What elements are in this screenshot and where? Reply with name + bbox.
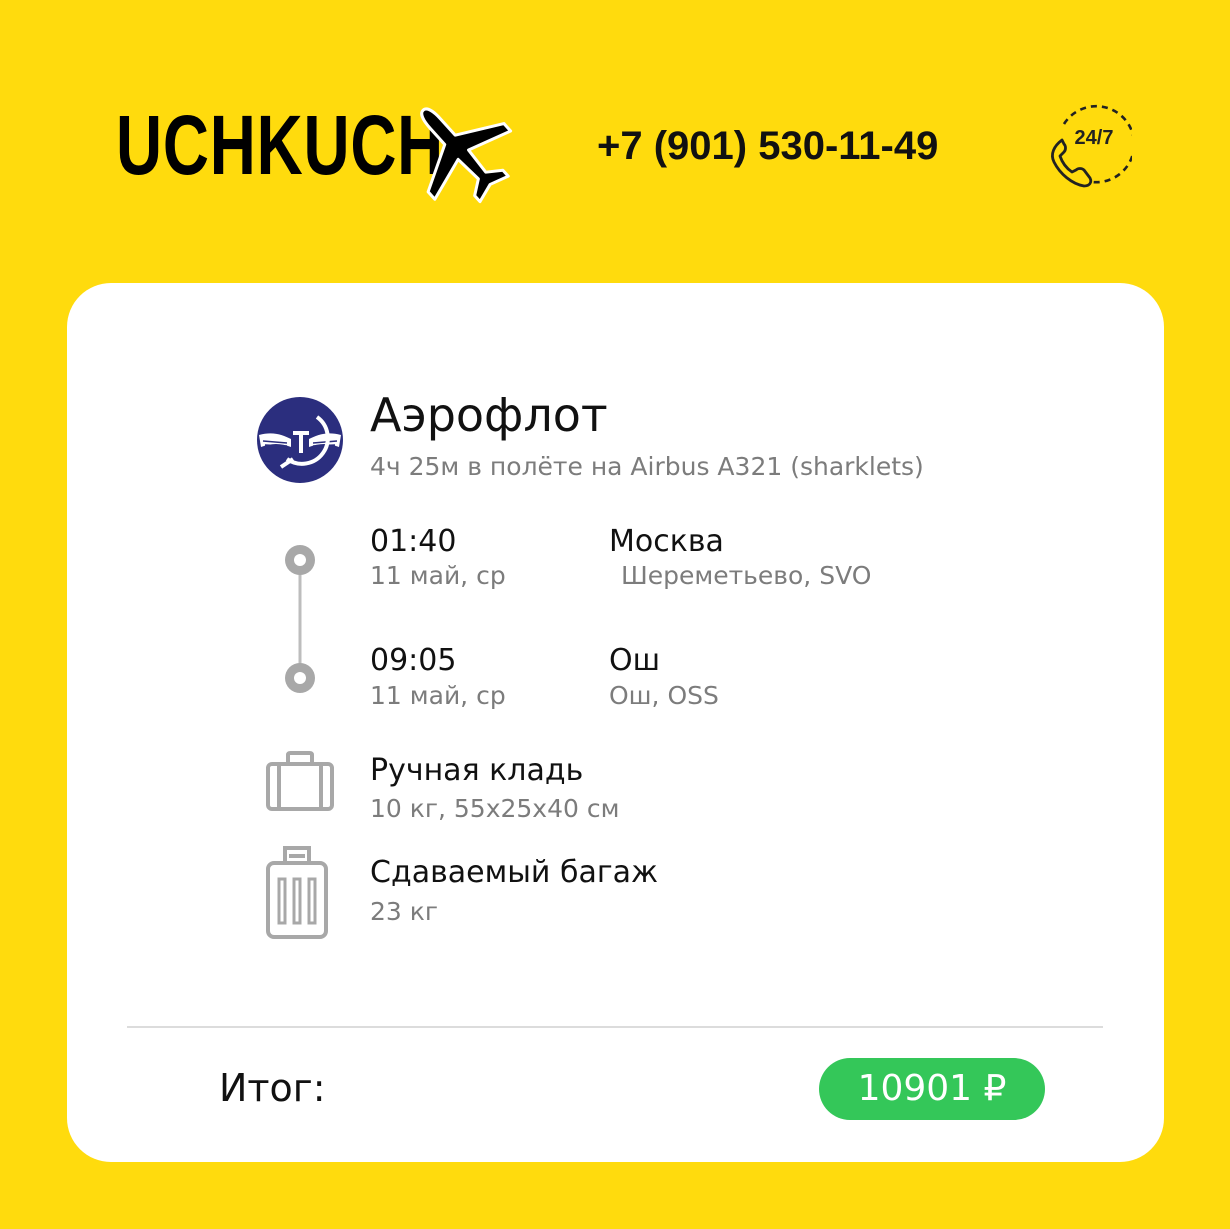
departure-date: 11 май, ср (370, 561, 506, 590)
departure-time: 01:40 (370, 524, 457, 559)
checked-baggage-details: 23 кг (370, 897, 438, 926)
arrival-time: 09:05 (370, 643, 457, 678)
hand-baggage-title: Ручная кладь (370, 753, 584, 788)
suitcase-icon (266, 846, 328, 939)
briefcase-icon (266, 751, 334, 811)
arrival-city: Ош (609, 643, 661, 678)
departure-city: Москва (609, 524, 724, 559)
arrival-date: 11 май, ср (370, 681, 506, 710)
checked-baggage-title: Сдаваемый багаж (370, 855, 659, 890)
phone-number-link[interactable]: +7 (901) 530-11-49 (597, 118, 938, 174)
airline-name: Аэрофлот (370, 388, 608, 442)
aeroflot-logo (257, 397, 343, 483)
phone-24-7-icon[interactable]: 24/7 (1040, 100, 1132, 190)
brand-logo-text: UCHKUCH (116, 98, 445, 192)
flight-card: Аэрофлот 4ч 25м в полёте на Airbus A321 … (67, 283, 1164, 1162)
price-button[interactable]: 10901 ₽ (819, 1058, 1045, 1120)
departure-airport: Шереметьево, SVO (621, 561, 872, 590)
divider (127, 1026, 1103, 1028)
airplane-icon (420, 107, 513, 204)
flight-description: 4ч 25м в полёте на Airbus A321 (sharklet… (370, 452, 924, 481)
support-label: 24/7 (1075, 127, 1114, 149)
hand-baggage-details: 10 кг, 55x25x40 см (370, 794, 620, 823)
price-value: 10901 ₽ (857, 1068, 1007, 1109)
total-label: Итог: (219, 1066, 326, 1110)
arrival-airport: Ош, OSS (609, 681, 719, 710)
route-timeline (285, 545, 315, 693)
